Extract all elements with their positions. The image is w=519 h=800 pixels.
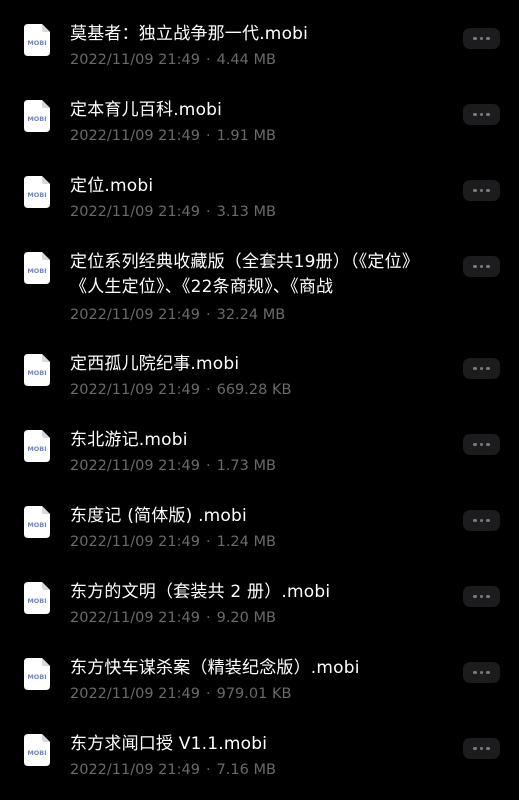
more-horizontal-icon [473, 112, 477, 117]
more-options-button[interactable] [463, 180, 500, 201]
more-horizontal-icon [473, 594, 477, 599]
file-type-label: MOBI [27, 445, 46, 453]
more-horizontal-icon [473, 670, 477, 675]
file-date: 2022/11/09 21:49 [70, 534, 200, 550]
file-date: 2022/11/09 21:49 [70, 128, 200, 144]
file-size: 1.91 MB [216, 128, 276, 144]
more-horizontal-icon [473, 36, 477, 41]
more-horizontal-icon [473, 366, 477, 371]
file-type-label: MOBI [27, 749, 46, 757]
file-name: 东方的文明（套装共 2 册）.mobi [70, 582, 331, 602]
meta-separator: · [205, 610, 211, 626]
meta-separator: · [205, 686, 211, 702]
file-meta: 2022/11/09 21:49 · 4.44 MB [70, 51, 450, 69]
file-size: 9.20 MB [216, 610, 276, 626]
meta-separator: · [205, 204, 211, 220]
file-date: 2022/11/09 21:49 [70, 458, 200, 474]
file-meta: 2022/11/09 21:49 · 7.16 MB [70, 761, 450, 779]
file-type-label: MOBI [27, 39, 46, 47]
file-type-label: MOBI [27, 115, 46, 123]
file-type-label: MOBI [27, 191, 46, 199]
meta-separator: · [205, 534, 211, 550]
file-size: 669.28 KB [216, 382, 292, 398]
mobi-file-icon: MOBI [24, 658, 50, 690]
meta-separator: · [205, 382, 211, 398]
file-name: 东方求闻口授 V1.1.mobi [70, 734, 268, 754]
more-options-button[interactable] [463, 28, 500, 49]
file-size: 1.73 MB [216, 458, 276, 474]
file-size: 1.24 MB [216, 534, 276, 550]
file-type-label: MOBI [27, 267, 46, 275]
meta-separator: · [205, 458, 211, 474]
more-options-button[interactable] [463, 738, 500, 759]
more-options-button[interactable] [463, 586, 500, 607]
meta-separator: · [205, 128, 211, 144]
meta-separator: · [205, 762, 211, 778]
file-name: 定位系列经典收藏版（全套共19册）（《定位》《人生定位》、《22条商规》、《商战 [70, 252, 420, 297]
file-meta: 2022/11/09 21:49 · 9.20 MB [70, 609, 450, 627]
meta-separator: · [205, 307, 211, 323]
file-date: 2022/11/09 21:49 [70, 204, 200, 220]
file-size: 979.01 KB [216, 686, 292, 702]
mobi-file-icon: MOBI [24, 100, 50, 132]
more-options-button[interactable] [463, 256, 500, 277]
mobi-file-icon: MOBI [24, 252, 50, 284]
file-date: 2022/11/09 21:49 [70, 762, 200, 778]
file-date: 2022/11/09 21:49 [70, 382, 200, 398]
meta-separator: · [205, 52, 211, 68]
file-meta: 2022/11/09 21:49 · 979.01 KB [70, 685, 450, 703]
file-type-label: MOBI [27, 521, 46, 529]
file-name: 东方快车谋杀案（精装纪念版）.mobi [70, 658, 360, 678]
more-horizontal-icon [473, 442, 477, 447]
file-type-label: MOBI [27, 597, 46, 605]
mobi-file-icon: MOBI [24, 506, 50, 538]
more-horizontal-icon [473, 518, 477, 523]
file-size: 32.24 MB [216, 307, 286, 323]
more-options-button[interactable] [463, 510, 500, 531]
file-meta: 2022/11/09 21:49 · 1.24 MB [70, 533, 450, 551]
file-type-label: MOBI [27, 369, 46, 377]
mobi-file-icon: MOBI [24, 354, 50, 386]
mobi-file-icon: MOBI [24, 734, 50, 766]
more-options-button[interactable] [463, 104, 500, 125]
file-name: 定位.mobi [70, 176, 154, 196]
file-name: 定本育儿百科.mobi [70, 100, 223, 120]
more-options-button[interactable] [463, 434, 500, 455]
file-name: 东度记 (简体版) .mobi [70, 506, 247, 526]
file-date: 2022/11/09 21:49 [70, 686, 200, 702]
more-horizontal-icon [473, 746, 477, 751]
mobi-file-icon: MOBI [24, 176, 50, 208]
file-name: 定西孤儿院纪事.mobi [70, 354, 240, 374]
file-size: 7.16 MB [216, 762, 276, 778]
file-meta: 2022/11/09 21:49 · 1.91 MB [70, 127, 450, 145]
file-meta: 2022/11/09 21:49 · 1.73 MB [70, 457, 450, 475]
file-name: 莫基者：独立战争那一代.mobi [70, 24, 309, 44]
file-size: 4.44 MB [216, 52, 276, 68]
file-meta: 2022/11/09 21:49 · 3.13 MB [70, 203, 450, 221]
file-date: 2022/11/09 21:49 [70, 307, 200, 323]
file-meta: 2022/11/09 21:49 · 669.28 KB [70, 381, 450, 399]
mobi-file-icon: MOBI [24, 24, 50, 56]
file-size: 3.13 MB [216, 204, 276, 220]
file-type-label: MOBI [27, 673, 46, 681]
file-list: MOBI 莫基者：独立战争那一代.mobi 2022/11/09 21:49 · 4… [0, 0, 519, 800]
file-date: 2022/11/09 21:49 [70, 610, 200, 626]
mobi-file-icon: MOBI [24, 582, 50, 614]
more-horizontal-icon [473, 264, 477, 269]
more-horizontal-icon [473, 188, 477, 193]
mobi-file-icon: MOBI [24, 430, 50, 462]
file-date: 2022/11/09 21:49 [70, 52, 200, 68]
file-name: 东北游记.mobi [70, 430, 188, 450]
more-options-button[interactable] [463, 358, 500, 379]
more-options-button[interactable] [463, 662, 500, 683]
file-meta: 2022/11/09 21:49 · 32.24 MB [70, 306, 450, 324]
